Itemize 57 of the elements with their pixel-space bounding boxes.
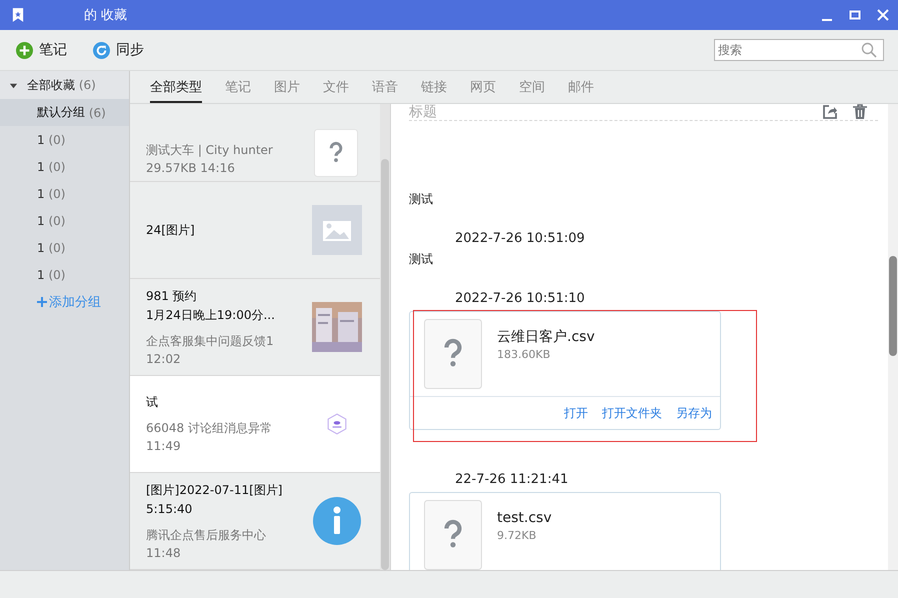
- item-meta: 29.57KB 14:16: [146, 160, 236, 177]
- item-meta: 11:48: [146, 544, 182, 562]
- maximize-button[interactable]: [848, 8, 862, 22]
- info-icon: [312, 496, 362, 546]
- caret-down-icon: [9, 80, 18, 90]
- sidebar-item[interactable]: 全部收藏 (6): [0, 71, 129, 99]
- item-source: 腾讯企点售后服务中心: [146, 526, 267, 544]
- file-name: test.csv: [497, 509, 552, 528]
- item-title: 5:15:40: [146, 500, 194, 518]
- sidebar-item[interactable]: 1 (0): [0, 180, 129, 207]
- plus-icon: [16, 42, 33, 58]
- list-item[interactable]: 试 66048 讨论组消息异常 11:49: [130, 376, 380, 473]
- trash-icon[interactable]: [852, 104, 868, 120]
- file-size: 9.72KB: [497, 528, 538, 544]
- item-title: [图片]2022-07-11[图片]: [146, 482, 284, 498]
- item-source: 企点客服集中问题反馈1: [146, 332, 275, 350]
- image-icon: [312, 205, 362, 255]
- timestamp: 2022-7-26 10:51:10: [454, 290, 586, 308]
- sidebar-item[interactable]: 1 (0): [0, 207, 129, 234]
- file-size: 183.60KB: [497, 347, 552, 363]
- add-note-button[interactable]: 笔记: [14, 39, 69, 61]
- timestamp: 2022-7-26 10:51:09: [454, 230, 586, 248]
- sidebar-item[interactable]: 1 (0): [0, 153, 129, 180]
- item-source: 测试大车 | City hunter: [146, 142, 274, 159]
- question-mark-icon: [424, 319, 482, 389]
- file-action-link[interactable]: 另存为: [676, 404, 712, 422]
- item-title: 24[图片]: [146, 222, 196, 238]
- item-source: 66048 讨论组消息异常: [146, 420, 273, 437]
- scrollbar[interactable]: [380, 104, 390, 570]
- question-mark-icon: [314, 129, 358, 177]
- note-text: 测试: [409, 191, 434, 208]
- sidebar-item[interactable]: 默认分组 (6): [0, 99, 129, 126]
- search-icon: [861, 42, 877, 58]
- item-title: 1月24日晚上19:00分...: [146, 306, 276, 324]
- sync-button[interactable]: 同步: [91, 39, 146, 61]
- item-title: 试: [146, 394, 159, 411]
- share-icon[interactable]: [822, 104, 838, 120]
- item-title: 981 预约: [146, 288, 198, 304]
- tab[interactable]: 全部类型: [150, 71, 202, 103]
- note-text: 测试: [409, 251, 434, 268]
- search-field[interactable]: 搜索: [714, 39, 884, 61]
- close-button[interactable]: [876, 8, 890, 22]
- item-meta: 12:02: [146, 350, 182, 368]
- item-meta: 11:49: [146, 438, 182, 455]
- file-action-link[interactable]: 打开文件夹: [602, 404, 662, 422]
- timestamp: 22-7-26 11:21:41: [454, 471, 570, 489]
- plus-icon: [37, 296, 47, 306]
- bookmark-icon: [12, 8, 24, 22]
- sidebar-item[interactable]: 1 (0): [0, 234, 129, 261]
- sidebar-item[interactable]: 1 (0): [0, 126, 129, 153]
- sidebar-item[interactable]: 1 (0): [0, 261, 129, 288]
- file-action-link[interactable]: 打开: [564, 404, 588, 422]
- hexagon-logo-icon: [326, 413, 348, 435]
- window-title: 的 收藏: [84, 7, 128, 24]
- scrollbar[interactable]: [888, 104, 898, 570]
- sync-icon: [93, 42, 110, 58]
- file-name: 云维日客户.csv: [497, 328, 595, 347]
